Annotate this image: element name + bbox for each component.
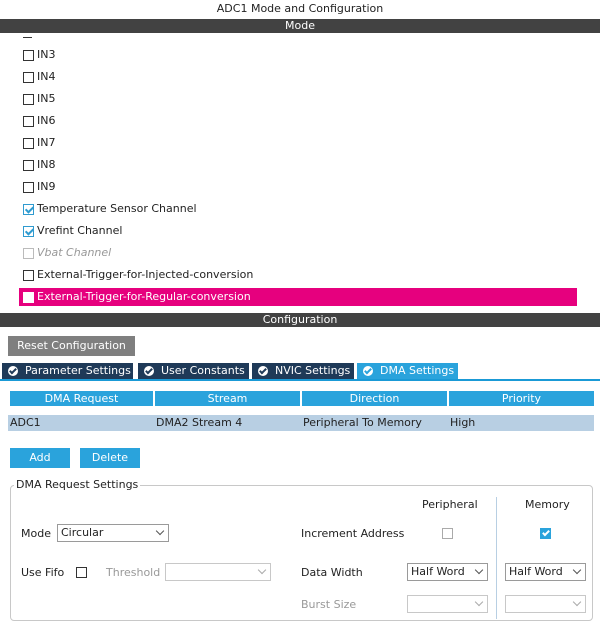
increment-address-label: Increment Address: [301, 527, 405, 540]
burst-size-peripheral-select[interactable]: [407, 595, 488, 613]
data-width-peripheral-select[interactable]: Half Word: [407, 563, 488, 581]
channel-label: IN5: [37, 92, 56, 105]
increment-memory-checkbox[interactable]: [540, 528, 551, 539]
tab-label: Parameter Settings: [25, 364, 131, 377]
channel-label: IN8: [37, 158, 56, 171]
tab-label: NVIC Settings: [275, 364, 351, 377]
config-tabs: Parameter Settings User Constants NVIC S…: [0, 363, 600, 381]
channel-label: Vrefint Channel: [37, 224, 123, 237]
cell-priority: High: [448, 415, 594, 431]
use-fifo-checkbox[interactable]: [76, 567, 87, 578]
channel-item[interactable]: Vbat Channel: [19, 244, 577, 262]
channel-label: External-Trigger-for-Regular-conversion: [37, 290, 251, 303]
check-circle-icon: [258, 366, 268, 376]
threshold-label: Threshold: [106, 566, 161, 579]
configuration-header: Configuration: [0, 313, 600, 327]
channel-checkbox[interactable]: [23, 94, 34, 105]
column-header-stream[interactable]: Stream: [155, 391, 300, 406]
group-title: DMA Request Settings: [14, 478, 141, 491]
chevron-down-icon: [155, 526, 165, 536]
column-header-priority[interactable]: Priority: [449, 391, 594, 406]
channel-label: IN6: [37, 114, 56, 127]
channel-item[interactable]: IN9: [19, 178, 577, 196]
column-divider: [496, 561, 497, 619]
chevron-down-icon: [572, 565, 582, 575]
channel-checkbox[interactable]: [23, 116, 34, 127]
tab-label: User Constants: [161, 364, 245, 377]
channel-checkbox[interactable]: [23, 204, 34, 215]
chevron-down-icon: [257, 565, 267, 575]
channel-item[interactable]: IN7: [19, 134, 577, 152]
channel-item[interactable]: Vrefint Channel: [19, 222, 577, 240]
channel-item[interactable]: IN6: [19, 112, 577, 130]
channel-checkbox: [23, 248, 34, 259]
reset-configuration-button[interactable]: Reset Configuration: [8, 336, 135, 356]
tab-user-constants[interactable]: User Constants: [138, 363, 249, 379]
mode-label: Mode: [21, 527, 51, 540]
cell-direction: Peripheral To Memory: [301, 415, 448, 431]
channel-label: Temperature Sensor Channel: [37, 202, 197, 215]
tab-label: DMA Settings: [380, 364, 455, 377]
chevron-down-icon: [474, 597, 484, 607]
tab-parameter-settings[interactable]: Parameter Settings: [2, 363, 133, 379]
peripheral-header: Peripheral: [422, 498, 478, 511]
window-title: ADC1 Mode and Configuration: [216, 2, 384, 15]
channel-checkbox[interactable]: [23, 270, 34, 281]
column-header-direction[interactable]: Direction: [302, 391, 447, 406]
cell-stream: DMA2 Stream 4: [154, 415, 301, 431]
mode-header: Mode: [0, 19, 600, 33]
channel-label: IN7: [37, 136, 56, 149]
channel-checkbox[interactable]: [23, 160, 34, 171]
channel-label: IN4: [37, 70, 56, 83]
threshold-select[interactable]: [165, 563, 271, 581]
burst-size-label: Burst Size: [301, 598, 357, 611]
check-circle-icon: [363, 366, 373, 376]
column-header-dma-request[interactable]: DMA Request: [10, 391, 153, 406]
channel-checkbox[interactable]: [23, 292, 34, 303]
channel-checkbox[interactable]: [23, 138, 34, 149]
check-circle-icon: [144, 366, 154, 376]
check-circle-icon: [8, 366, 18, 376]
data-width-memory-select[interactable]: Half Word: [505, 563, 586, 581]
column-divider: [496, 497, 497, 561]
tab-nvic-settings[interactable]: NVIC Settings: [252, 363, 354, 379]
tab-dma-settings[interactable]: DMA Settings: [357, 363, 458, 379]
add-button[interactable]: Add: [10, 448, 70, 468]
channel-item[interactable]: External-Trigger-for-Regular-conversion: [19, 288, 577, 306]
delete-button[interactable]: Delete: [80, 448, 140, 468]
memory-header: Memory: [525, 498, 570, 511]
channel-label: IN3: [37, 48, 56, 61]
cell-dma-request: ADC1: [8, 415, 154, 431]
data-width-label: Data Width: [301, 566, 363, 579]
chevron-down-icon: [572, 597, 582, 607]
list-scroll-stub: [23, 37, 32, 38]
channel-item[interactable]: IN8: [19, 156, 577, 174]
channel-item[interactable]: IN3: [19, 46, 577, 64]
mode-select[interactable]: Circular: [57, 524, 169, 542]
data-width-peripheral-value: Half Word: [411, 565, 465, 578]
channel-label: Vbat Channel: [37, 246, 112, 259]
channel-checkbox[interactable]: [23, 182, 34, 193]
mode-select-value: Circular: [61, 526, 104, 539]
channel-item[interactable]: Temperature Sensor Channel: [19, 200, 577, 218]
channel-item[interactable]: IN4: [19, 68, 577, 86]
channel-item[interactable]: IN5: [19, 90, 577, 108]
channel-list[interactable]: IN3 IN4 IN5 IN6 IN7 IN8 IN9 Temperature Sensor …: [0, 33, 600, 309]
channel-item[interactable]: External-Trigger-for-Injected-conversion: [19, 266, 577, 284]
increment-peripheral-checkbox[interactable]: [442, 528, 453, 539]
channel-checkbox[interactable]: [23, 72, 34, 83]
burst-size-memory-select[interactable]: [505, 595, 586, 613]
channel-label: External-Trigger-for-Injected-conversion: [37, 268, 254, 281]
channel-label: IN9: [37, 180, 56, 193]
use-fifo-label: Use Fifo: [21, 566, 65, 579]
channel-checkbox[interactable]: [23, 226, 34, 237]
chevron-down-icon: [474, 565, 484, 575]
channel-checkbox[interactable]: [23, 50, 34, 61]
data-width-memory-value: Half Word: [509, 565, 563, 578]
